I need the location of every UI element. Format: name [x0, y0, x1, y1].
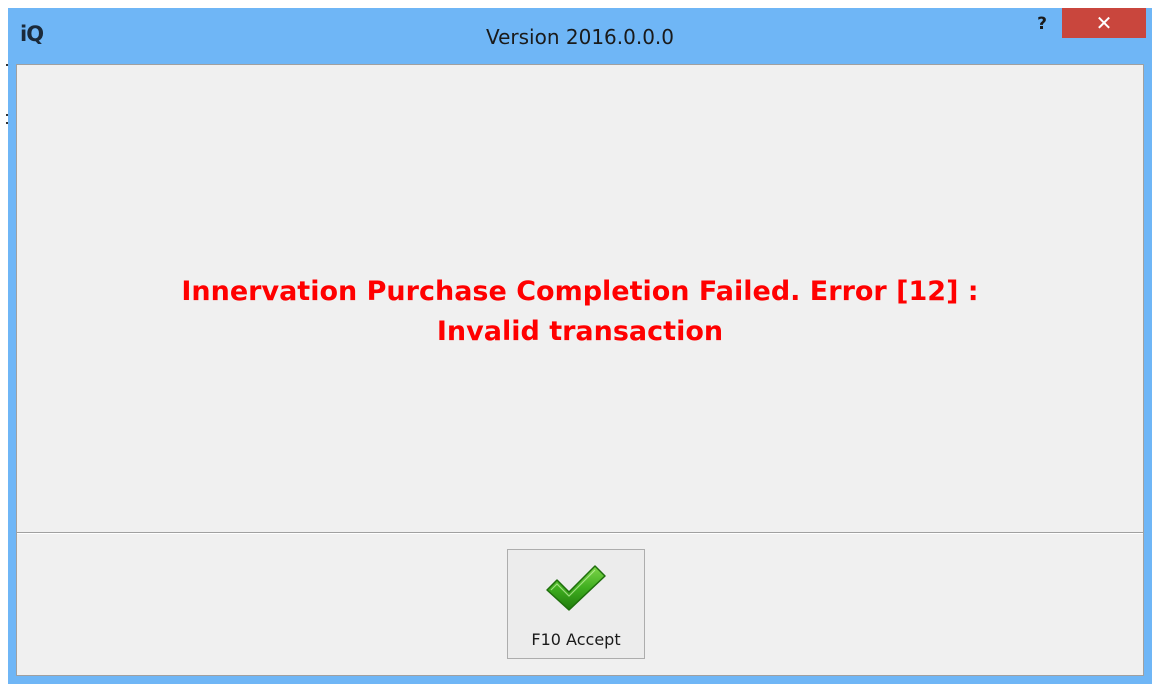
footer-divider: [17, 532, 1143, 534]
accept-button[interactable]: F10 Accept: [507, 549, 645, 659]
window-title: Version 2016.0.0.0: [485, 25, 675, 49]
message-area: Innervation Purchase Completion Failed. …: [17, 65, 1143, 532]
help-button[interactable]: ?: [1030, 10, 1054, 38]
accept-button-label: F10 Accept: [531, 630, 621, 649]
title-bar[interactable]: iQ Version 2016.0.0.0 ? ✕: [8, 8, 1152, 64]
close-button[interactable]: ✕: [1062, 8, 1146, 38]
checkmark-icon: [546, 565, 606, 611]
dialog-window: iQ Version 2016.0.0.0 ? ✕ Innervation Pu…: [8, 8, 1152, 684]
dialog-body: Innervation Purchase Completion Failed. …: [16, 64, 1144, 676]
close-icon: ✕: [1095, 11, 1113, 35]
error-message-line-2: Invalid transaction: [436, 315, 724, 347]
error-message-line-1: Innervation Purchase Completion Failed. …: [181, 275, 979, 307]
error-message: Innervation Purchase Completion Failed. …: [181, 272, 978, 352]
